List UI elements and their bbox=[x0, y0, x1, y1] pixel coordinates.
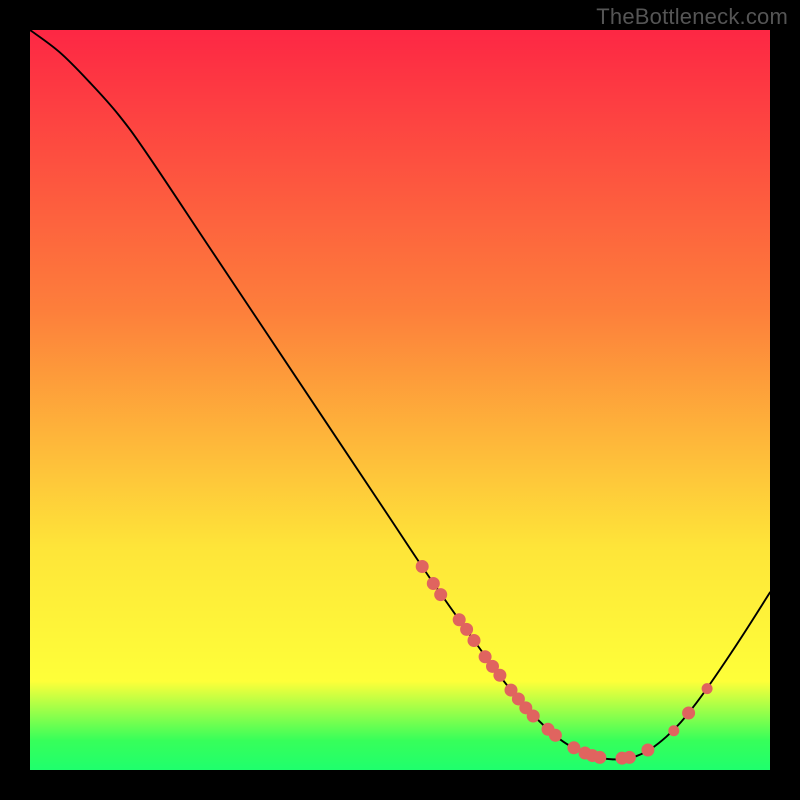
data-point bbox=[416, 561, 428, 573]
watermark-text: TheBottleneck.com bbox=[596, 4, 788, 30]
data-point bbox=[669, 726, 679, 736]
chart-frame: TheBottleneck.com bbox=[0, 0, 800, 800]
data-point bbox=[461, 623, 473, 635]
data-point bbox=[549, 729, 561, 741]
data-point bbox=[594, 751, 606, 763]
data-point bbox=[702, 684, 712, 694]
chart-svg bbox=[30, 30, 770, 770]
data-point bbox=[427, 578, 439, 590]
data-point bbox=[642, 744, 654, 756]
data-point bbox=[435, 589, 447, 601]
data-point bbox=[683, 707, 695, 719]
data-point bbox=[623, 751, 635, 763]
plot-area bbox=[30, 30, 770, 770]
data-point bbox=[494, 669, 506, 681]
gradient-background bbox=[30, 30, 770, 770]
data-point bbox=[468, 635, 480, 647]
data-point bbox=[527, 710, 539, 722]
data-point bbox=[568, 742, 580, 754]
